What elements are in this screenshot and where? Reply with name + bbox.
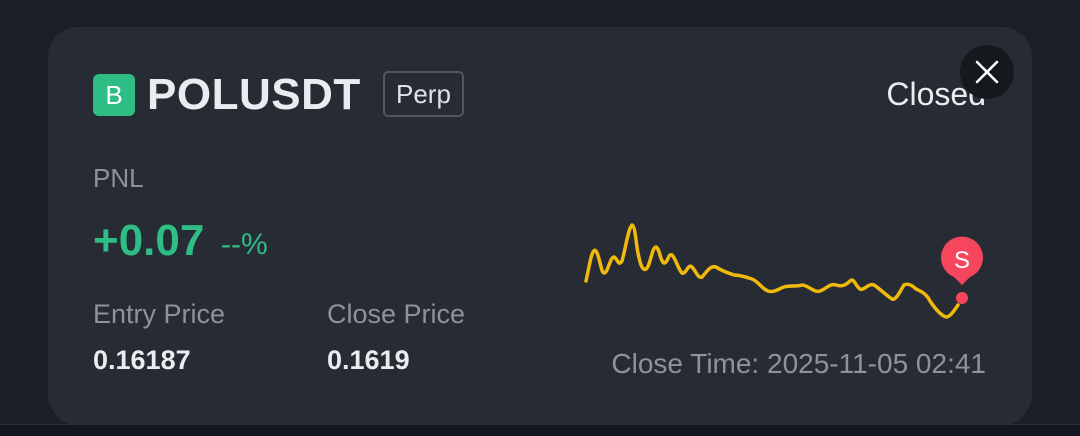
price-sparkline: S (584, 223, 983, 319)
close-icon (975, 60, 999, 84)
sell-marker-label: S (954, 247, 970, 274)
pnl-label: PNL (93, 163, 144, 193)
entry-price-value: 0.16187 (93, 345, 191, 375)
bottom-bar (0, 424, 1080, 436)
close-marker-dot (956, 292, 968, 304)
close-price-label: Close Price (327, 299, 466, 329)
symbol-title: POLUSDT (147, 70, 361, 119)
close-price-value: 0.1619 (327, 345, 410, 375)
position-card: B POLUSDT Perp Closed PNL +0.07 --% Entr… (48, 27, 1032, 425)
entry-price-label: Entry Price (93, 299, 226, 329)
close-time: Close Time: 2025-11-05 02:41 (611, 348, 986, 379)
sparkline-path (584, 223, 960, 319)
contract-type-tag: Perp (383, 71, 464, 117)
close-button[interactable] (960, 45, 1014, 99)
b-badge-icon: B (93, 74, 135, 116)
pnl-value: +0.07 (93, 216, 205, 265)
pnl-percent: --% (221, 228, 268, 261)
sell-marker: S (941, 236, 983, 285)
